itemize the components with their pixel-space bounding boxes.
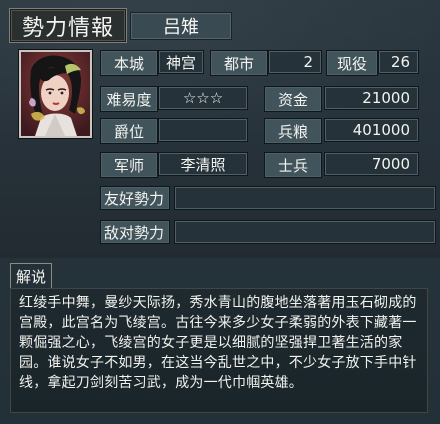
explanation-text: 红绫手中舞，曼纱天际扬，秀水青山的腹地坐落著用玉石砌成的宫殿，此宫名为飞绫宫。古… — [10, 288, 428, 413]
food-label: 兵粮 — [264, 118, 322, 144]
strategist-label: 军师 — [100, 152, 158, 178]
rank-label: 爵位 — [100, 118, 158, 144]
enemies-value — [174, 220, 436, 244]
cities-value: 2 — [268, 50, 322, 74]
allies-label: 友好勢力 — [100, 186, 170, 210]
section-title: 勢力情報 — [9, 8, 127, 43]
portrait-image — [21, 52, 90, 136]
leader-portrait — [19, 50, 92, 138]
officers-value: 26 — [378, 50, 419, 74]
capital-value: 神宫 — [158, 50, 204, 74]
funds-label: 资金 — [264, 86, 322, 112]
capital-label: 本城 — [100, 50, 158, 76]
soldiers-label: 士兵 — [264, 152, 322, 178]
food-value: 401000 — [324, 118, 419, 142]
funds-value: 21000 — [324, 86, 419, 110]
allies-value — [174, 186, 436, 210]
rank-value — [158, 118, 248, 142]
force-name: 吕雉 — [130, 12, 232, 40]
explanation-tab[interactable]: 解说 — [10, 263, 52, 289]
soldiers-value: 7000 — [324, 152, 419, 176]
cities-label: 都市 — [210, 50, 268, 76]
difficulty-label: 难易度 — [100, 86, 158, 112]
enemies-label: 敌对勢力 — [100, 220, 170, 244]
difficulty-stars: ☆☆☆ — [158, 86, 248, 110]
officers-label: 现役 — [326, 50, 378, 76]
strategist-value: 李清照 — [158, 152, 248, 176]
